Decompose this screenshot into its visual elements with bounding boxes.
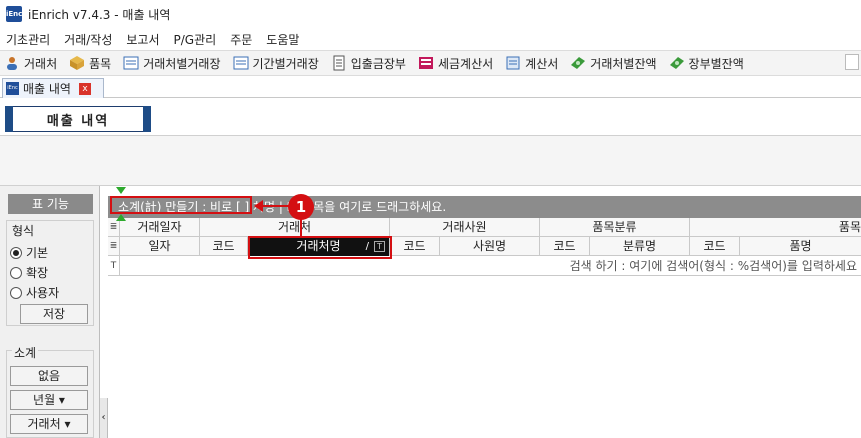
funnel-icon: T <box>108 256 120 276</box>
column-group-salesperson[interactable]: 거래사원 <box>390 218 540 237</box>
column-item-name[interactable]: 품명 <box>740 237 861 256</box>
column-salesperson-code[interactable]: 코드 <box>390 237 440 256</box>
subtotal-yearmonth-button[interactable]: 년월 ▾ <box>10 390 88 410</box>
highlight-drop-area <box>110 196 252 214</box>
save-button[interactable]: 저장 <box>20 304 88 324</box>
notebook-icon <box>333 55 345 71</box>
toolbar-tax-invoice-button[interactable]: 세금계산서 <box>418 55 493 72</box>
radio-icon <box>10 286 22 299</box>
toolbar: 거래처 품목 거래처별거래장 기간별거래장 입출금장부 세금계산서 계산서 거래… <box>0 50 861 76</box>
column-group-date[interactable]: 거래일자 <box>120 218 200 237</box>
format-basic-radio[interactable]: 기본 <box>10 244 48 261</box>
column-group-item-category[interactable]: 품목분류 <box>540 218 690 237</box>
format-label: 형식 <box>12 224 35 238</box>
column-date[interactable]: 일자 <box>120 237 200 256</box>
format-user-radio[interactable]: 사용자 <box>10 284 59 301</box>
toolbar-label: 계산서 <box>525 56 559 71</box>
radio-label: 기본 <box>26 246 49 260</box>
menu-item-report[interactable]: 보고서 <box>126 31 159 48</box>
ledger-icon <box>123 56 139 70</box>
window-title: iEnrich v7.4.3 - 매출 내역 <box>28 7 171 22</box>
search-hint: 검색 하기 : 여기에 검색어(형식 : %검색어)를 입력하세요 <box>569 259 857 273</box>
ledger-icon <box>233 56 248 70</box>
app-logo-icon: iEnc <box>6 6 22 22</box>
column-group-customer[interactable]: 거래처 <box>200 218 390 237</box>
format-extended-radio[interactable]: 확장 <box>10 264 48 281</box>
subtotal-customer-button[interactable]: 거래처 ▾ <box>10 414 88 434</box>
subtotal-none-button[interactable]: 없음 <box>10 366 88 386</box>
radio-icon <box>10 266 22 279</box>
toolbar-label: 장부별잔액 <box>688 56 744 71</box>
menu-item-help[interactable]: 도움말 <box>266 31 299 48</box>
subtotal-label: 소계 <box>12 344 39 361</box>
toolbar-book-balance-button[interactable]: 장부별잔액 <box>669 55 744 72</box>
toolbar-label: 거래처별거래장 <box>143 56 221 71</box>
table-function-panel: 표 기능 형식 기본 확장 사용자 저장 소계 없음 년월 ▾ 거래처 ▾ <box>0 186 100 438</box>
toolbar-overflow-button[interactable] <box>845 54 859 70</box>
arrow-left-icon <box>254 200 263 212</box>
menu-bar: 기초관리 거래/작성 보고서 P/G관리 주문 도움말 <box>0 28 861 50</box>
column-group-item[interactable]: 품목 <box>690 218 861 237</box>
column-item-code[interactable]: 코드 <box>690 237 740 256</box>
highlight-customer-name-column <box>248 236 392 259</box>
toolbar-cashbook-button[interactable]: 입출금장부 <box>331 55 406 72</box>
side-panel-header: 표 기능 <box>8 194 93 214</box>
document-tab-bar: iEnc 매출 내역 x <box>0 76 861 98</box>
doc-icon <box>506 56 520 70</box>
toolbar-bill-button[interactable]: 계산서 <box>505 55 558 72</box>
column-customer-code[interactable]: 코드 <box>200 237 248 256</box>
close-icon[interactable]: x <box>78 82 91 95</box>
toolbar-label: 거래처별잔액 <box>590 56 657 71</box>
grid-top-gap <box>108 186 861 196</box>
toolbar-customer-ledger-button[interactable]: 거래처별거래장 <box>123 55 221 72</box>
tab-sales-history[interactable]: iEnc 매출 내역 x <box>2 78 104 98</box>
person-icon <box>7 57 17 70</box>
toolbar-label: 품목 <box>89 56 112 71</box>
filter-panel <box>0 136 861 186</box>
callout-badge: 1 <box>288 194 314 220</box>
toolbar-item-button[interactable]: 품목 <box>69 55 111 72</box>
menu-item-pg[interactable]: P/G관리 <box>174 31 217 48</box>
toolbar-customer-button[interactable]: 거래처 <box>4 55 57 72</box>
toolbar-label: 입출금장부 <box>350 56 406 71</box>
header-row-bottom: ≣ 일자 코드 거래처명 / T 코드 사원명 코드 분류명 코드 품명 <box>108 237 861 256</box>
toolbar-customer-balance-button[interactable]: 거래처별잔액 <box>570 55 657 72</box>
menu-item-transaction[interactable]: 거래/작성 <box>64 31 112 48</box>
invoice-icon <box>418 57 433 69</box>
drag-indicator-up-icon <box>116 214 126 221</box>
radio-icon <box>10 246 22 259</box>
page-header: 매출 내역 <box>0 98 861 136</box>
tab-label: 매출 내역 <box>23 82 71 96</box>
drag-indicator-down-icon <box>116 187 126 194</box>
sales-grid: 소계(計) 만들기 : 비로 [ ] 처명 | ☑ 🅃목을 여기로 드래그하세요… <box>108 186 861 438</box>
menu-item-basic[interactable]: 기초관리 <box>6 31 50 48</box>
money-icon <box>669 57 684 69</box>
toolbar-label: 기간별거래장 <box>252 56 319 71</box>
toolbar-label: 거래처 <box>24 56 58 71</box>
toolbar-label: 세금계산서 <box>437 56 494 71</box>
app-logo-icon: iEnc <box>6 82 19 95</box>
column-category-code[interactable]: 코드 <box>540 237 590 256</box>
money-icon <box>571 57 586 69</box>
row-indicator-icon: ≣ <box>108 237 120 256</box>
menu-item-order[interactable]: 주문 <box>230 31 252 48</box>
radio-label: 확장 <box>26 266 49 280</box>
callout-arrow <box>262 205 290 207</box>
panel-collapse-handle[interactable]: ‹ <box>100 398 108 438</box>
search-filter-row[interactable]: T 검색 하기 : 여기에 검색어(형식 : %검색어)를 입력하세요 <box>108 256 861 276</box>
header-row-top: ≣ 거래일자 거래처 거래사원 품목분류 품목 <box>108 218 861 237</box>
title-bar: iEnc iEnrich v7.4.3 - 매출 내역 <box>0 0 861 28</box>
page-title: 매출 내역 <box>5 106 151 132</box>
toolbar-period-ledger-button[interactable]: 기간별거래장 <box>233 55 319 72</box>
column-salesperson-name[interactable]: 사원명 <box>440 237 540 256</box>
column-category-name[interactable]: 분류명 <box>590 237 690 256</box>
callout-connector <box>300 219 302 237</box>
radio-label: 사용자 <box>26 286 60 300</box>
box-icon <box>70 56 85 70</box>
